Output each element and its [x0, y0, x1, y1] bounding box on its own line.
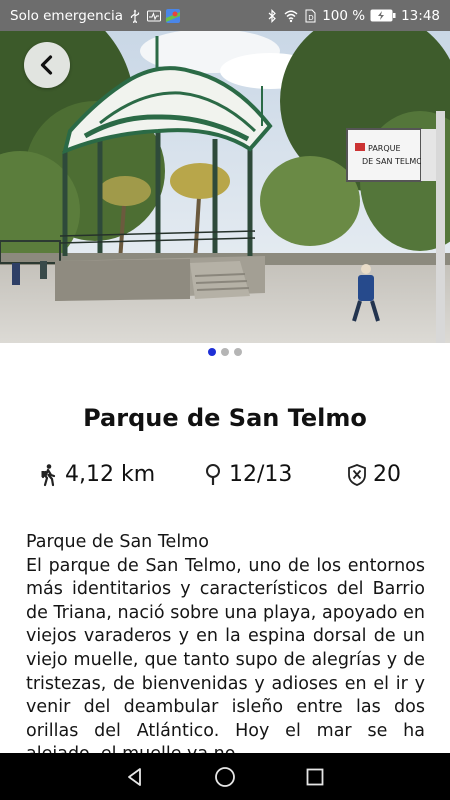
score-stat: 20	[347, 462, 401, 487]
shield-tools-icon	[348, 463, 366, 486]
route-stats: 4,12 km 12/13 20	[0, 462, 450, 494]
pager-dot-1[interactable]	[208, 348, 216, 356]
nav-recents-button[interactable]	[295, 757, 335, 797]
bluetooth-icon	[265, 8, 279, 23]
nav-back-button[interactable]	[115, 757, 155, 797]
hero-image[interactable]: PARQUE DE SAN TELMO	[0, 31, 450, 343]
description-heading: Parque de San Telmo	[26, 532, 209, 552]
status-left: Solo emergencia	[10, 7, 181, 24]
circle-home-icon	[215, 766, 235, 787]
system-nav-bar	[0, 753, 450, 800]
battery-percent: 100 %	[322, 7, 366, 24]
park-kiosk-illustration: PARQUE DE SAN TELMO	[0, 31, 450, 343]
battery-charging-icon	[370, 9, 396, 22]
status-right: D 100 % 13:48	[265, 8, 440, 24]
distance-stat: 4,12 km	[39, 462, 155, 487]
wifi-icon	[284, 9, 298, 23]
points-value: 12/13	[229, 462, 293, 487]
hiker-icon	[41, 463, 56, 486]
carrier-text: Solo emergencia	[10, 7, 124, 24]
sign-text-line2: DE SAN TELMO	[362, 157, 423, 166]
square-recents-icon	[306, 768, 324, 785]
status-bar: Solo emergencia D 100 % 13:48	[0, 0, 450, 31]
sign-text-line1: PARQUE	[368, 144, 401, 153]
image-pager	[0, 348, 450, 356]
place-description: Parque de San Telmo El parque de San Tel…	[26, 531, 425, 767]
description-body: El parque de San Telmo, uno de los entor…	[26, 555, 425, 765]
maps-icon	[166, 8, 181, 23]
back-button[interactable]	[24, 42, 70, 88]
svg-text:D: D	[308, 14, 313, 22]
clock: 13:48	[401, 7, 440, 24]
usb-icon	[128, 9, 142, 23]
chevron-left-icon	[40, 55, 53, 75]
pager-dot-2[interactable]	[221, 348, 229, 356]
map-pin-icon	[206, 463, 220, 485]
sim-icon: D	[303, 9, 317, 23]
place-title: Parque de San Telmo	[83, 404, 367, 432]
score-value: 20	[373, 462, 401, 487]
nav-home-button[interactable]	[205, 757, 245, 797]
triangle-back-icon	[128, 767, 141, 786]
distance-value: 4,12 km	[65, 462, 156, 487]
points-stat: 12/13	[203, 462, 292, 487]
activity-icon	[147, 9, 162, 23]
pager-dot-3[interactable]	[234, 348, 242, 356]
